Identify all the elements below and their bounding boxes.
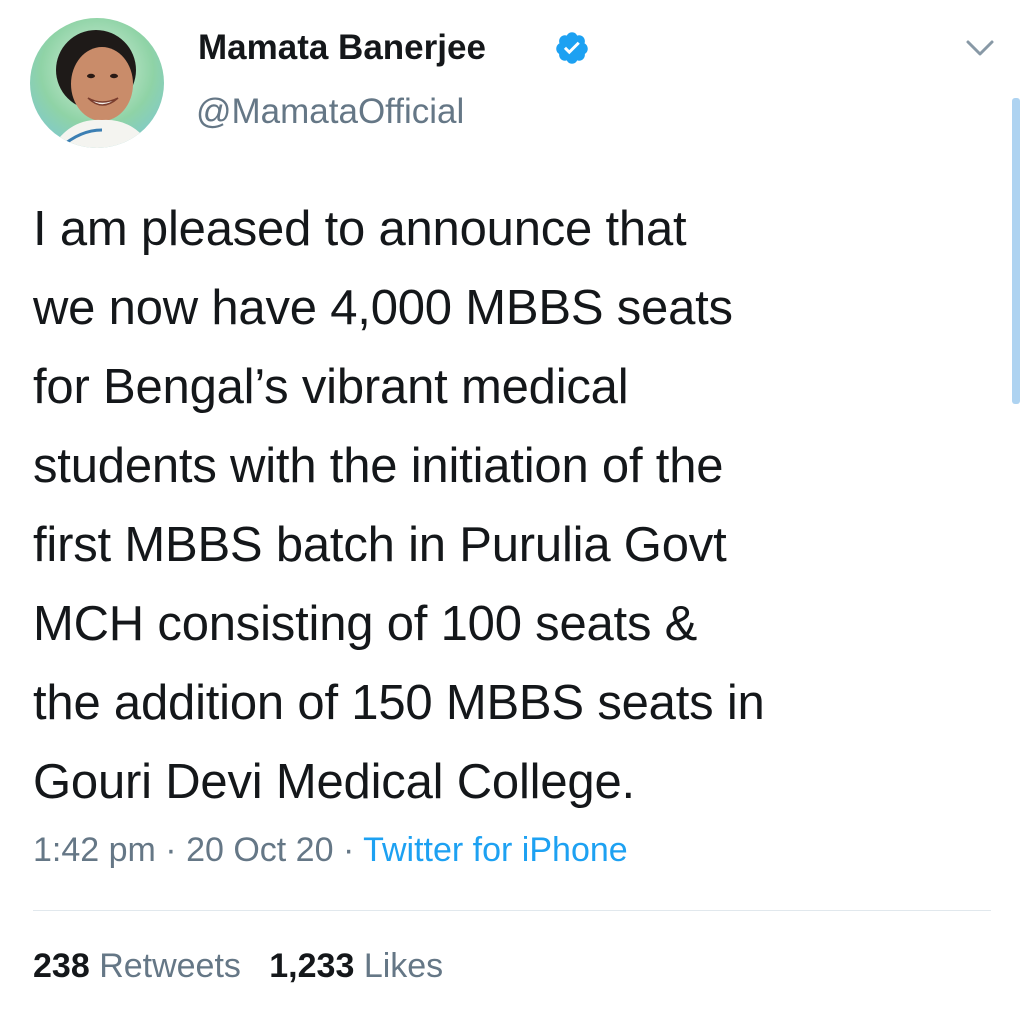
- likes-count: 1,233: [269, 947, 355, 985]
- tweet-stats: 238 Retweets 1,233 Likes: [33, 942, 443, 990]
- divider: [33, 910, 991, 911]
- meta-separator: ·: [333, 831, 364, 869]
- scroll-indicator: [1012, 98, 1020, 404]
- tweet-date: 20 Oct 20: [186, 831, 334, 869]
- avatar[interactable]: [30, 18, 164, 148]
- retweets-stat[interactable]: 238 Retweets: [33, 947, 241, 985]
- verified-badge-icon: [556, 32, 588, 64]
- chevron-down-icon[interactable]: [962, 36, 998, 60]
- likes-label: Likes: [363, 947, 444, 985]
- avatar-image: [30, 18, 164, 148]
- retweets-label: Retweets: [99, 947, 241, 985]
- tweet-source-link[interactable]: Twitter for iPhone: [363, 831, 628, 869]
- retweets-count: 238: [33, 947, 90, 985]
- handle[interactable]: @MamataOfficial: [196, 88, 464, 136]
- likes-stat[interactable]: 1,233 Likes: [269, 947, 443, 985]
- tweet-text: I am pleased to announce that we now hav…: [33, 202, 765, 809]
- display-name[interactable]: Mamata Banerjee: [198, 24, 486, 72]
- tweet-meta: 1:42 pm · 20 Oct 20 · Twitter for iPhone: [33, 826, 628, 874]
- tweet-time: 1:42 pm: [33, 831, 156, 869]
- tweet-detail: Mamata Banerjee @MamataOfficial I am ple…: [0, 0, 1024, 1018]
- meta-separator: ·: [155, 831, 187, 869]
